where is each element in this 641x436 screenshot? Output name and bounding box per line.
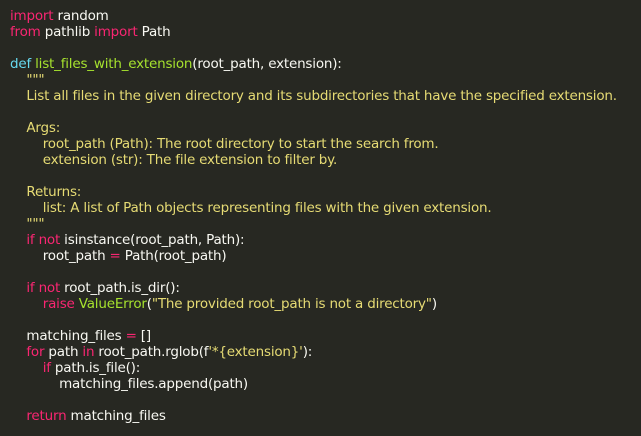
code-token: """ [10,216,45,232]
code-token: Returns: [10,184,82,200]
code-token: list: A list of Path objects representin… [10,200,492,216]
code-line: Returns: [10,184,641,200]
code-token: import [10,8,54,24]
code-token: from [10,24,41,40]
code-token: def [10,56,32,72]
code-token: Path(root_path) [120,248,227,264]
code-token: import [94,24,138,40]
code-token: [] [136,328,151,344]
code-token: in [82,344,95,360]
code-token: not [38,280,61,296]
code-token: List all files in the given directory an… [10,88,617,104]
code-token: Path [137,24,171,40]
code-line: """ [10,216,641,232]
code-token: = [109,248,121,264]
code-token: "The provided root_path is not a directo… [151,296,432,312]
code-line: def list_files_with_extension(root_path,… [10,56,641,72]
code-line: matching_files = [] [10,328,641,344]
code-token: extension (str): The file extension to f… [10,152,338,168]
code-token: list_files_with_extension [35,56,193,72]
code-token: pathlib [40,24,95,40]
code-token: for [26,344,45,360]
code-line: list: A list of Path objects representin… [10,200,641,216]
code-token: root_path.is_dir(): [60,280,180,296]
code-line: import random [10,8,641,24]
code-editor[interactable]: import random from pathlib import Path de… [0,0,641,436]
code-line: if path.is_file(): [10,360,641,376]
code-line: root_path = Path(root_path) [10,248,641,264]
code-token: """ [10,72,45,88]
code-token: root_path (Path): The root directory to … [10,136,439,152]
code-line: Args: [10,120,641,136]
code-line: if not root_path.is_dir(): [10,280,641,296]
code-token: Args: [10,120,61,136]
code-line: List all files in the given directory an… [10,88,641,104]
code-token: root_path.rglob(f [94,344,209,360]
code-token: path [44,344,83,360]
code-token: isinstance(root_path, Path): [60,232,245,248]
code-token: if [42,360,51,376]
code-line: extension (str): The file extension to f… [10,152,641,168]
code-line: return matching_files [10,408,641,424]
code-token: not [38,232,61,248]
code-line: matching_files.append(path) [10,376,641,392]
code-token: = [125,328,137,344]
code-line: if not isinstance(root_path, Path): [10,232,641,248]
code-token: matching_files [10,328,126,344]
code-token: ValueError [78,296,147,312]
code-token: ): [302,344,313,360]
code-token: random [53,8,109,24]
code-token: '*{extension}' [208,344,303,360]
code-token: ) [431,296,437,312]
code-token: root_path [10,248,110,264]
code-line: from pathlib import Path [10,24,641,40]
code-token: matching_files [66,408,166,424]
code-token: raise [42,296,75,312]
code-line: root_path (Path): The root directory to … [10,136,641,152]
code-token: path.is_file(): [50,360,141,376]
code-line: for path in root_path.rglob(f'*{extensio… [10,344,641,360]
code-token: matching_files.append(path) [10,376,248,392]
code-token: return [26,408,67,424]
code-line: """ [10,72,641,88]
code-line: raise ValueError("The provided root_path… [10,296,641,312]
code-token: (root_path, extension): [192,56,342,72]
